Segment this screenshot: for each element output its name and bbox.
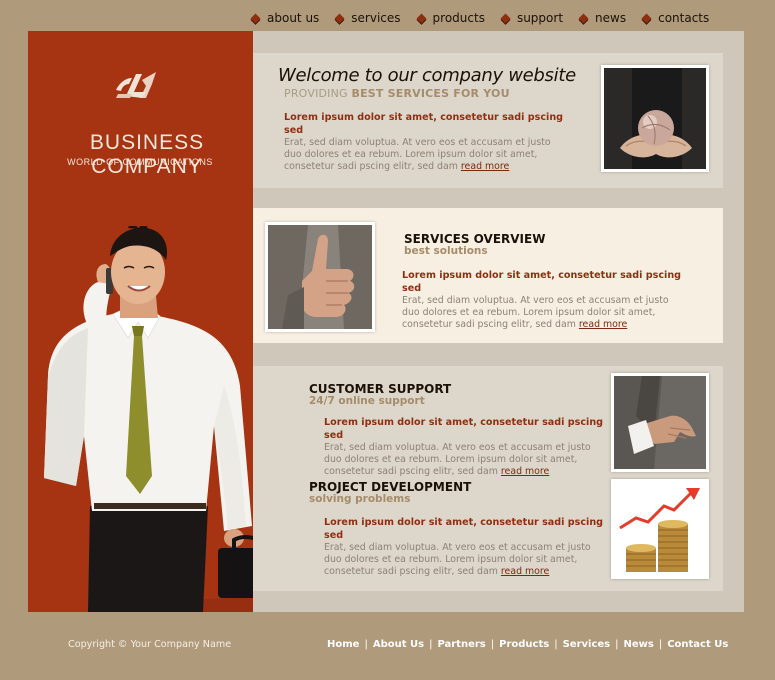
growth-coins-photo bbox=[611, 479, 709, 579]
nav-support[interactable]: support bbox=[500, 11, 564, 25]
services-title: SERVICES OVERVIEW bbox=[404, 232, 546, 246]
businessman-image bbox=[44, 226, 253, 612]
support-body-text: Erat, sed diam voluptua. At vero eos et … bbox=[324, 442, 591, 478]
nav-services[interactable]: services bbox=[334, 11, 401, 25]
project-heading: PROJECT DEVELOPMENT solving problems bbox=[309, 480, 471, 505]
nav-about-us[interactable]: about us bbox=[250, 11, 320, 25]
project-subtitle: solving problems bbox=[309, 493, 411, 505]
brand-tagline: WORLD OF COMMUNICATIONS bbox=[67, 157, 213, 167]
diamond-bullet-icon bbox=[416, 13, 426, 23]
welcome-subtitle: PROVIDING BEST SERVICES FOR YOU bbox=[284, 87, 510, 100]
nav-label: services bbox=[351, 11, 401, 25]
footer-separator: | bbox=[554, 639, 558, 650]
support-body: Erat, sed diam voluptua. At vero eos et … bbox=[324, 442, 609, 479]
nav-label: contacts bbox=[658, 11, 710, 25]
footer-separator: | bbox=[364, 639, 368, 650]
footer-link-products[interactable]: Products bbox=[499, 639, 549, 650]
project-body-text: Erat, sed diam voluptua. At vero eos et … bbox=[324, 542, 591, 578]
globe-in-hands-image bbox=[604, 68, 706, 169]
footer-link-home[interactable]: Home bbox=[327, 639, 359, 650]
nav-news[interactable]: news bbox=[578, 11, 627, 25]
footer-link-services[interactable]: Services bbox=[563, 639, 611, 650]
services-body: Erat, sed diam voluptua. At vero eos et … bbox=[402, 295, 684, 332]
thumbs-up-image bbox=[268, 225, 372, 329]
services-lead: Lorem ipsum dolor sit amet, consetetur s… bbox=[402, 270, 682, 294]
growth-coins-image bbox=[614, 482, 706, 576]
services-text-block: Lorem ipsum dolor sit amet, consetetur s… bbox=[402, 269, 684, 332]
footer-link-news[interactable]: News bbox=[623, 639, 653, 650]
footer-link-about-us[interactable]: About Us bbox=[373, 639, 424, 650]
nav-label: products bbox=[432, 11, 485, 25]
support-project-panel: CUSTOMER SUPPORT 24/7 online support Lor… bbox=[253, 366, 723, 591]
diamond-bullet-icon bbox=[500, 13, 511, 23]
footer-link-contact-us[interactable]: Contact Us bbox=[667, 639, 728, 650]
brand-name: BUSINESS COMPANY bbox=[89, 131, 205, 178]
welcome-body-text: Erat, sed diam voluptua. At vero eos et … bbox=[284, 137, 551, 173]
footer-separator: | bbox=[490, 639, 495, 650]
support-read-more-link[interactable]: read more bbox=[501, 466, 549, 477]
diamond-bullet-icon bbox=[641, 13, 652, 23]
footer-navigation: Home | About Us | Partners | Products | … bbox=[327, 639, 728, 650]
top-navigation: about us services products support news … bbox=[250, 8, 726, 28]
support-text-block: Lorem ipsum dolor sit amet, consetetur s… bbox=[324, 416, 609, 479]
project-text-block: Lorem ipsum dolor sit amet, consetetur s… bbox=[324, 516, 609, 579]
globe-in-hands-photo bbox=[601, 65, 709, 172]
copyright-text: Copyright © Your Company Name bbox=[68, 639, 232, 650]
services-panel: SERVICES OVERVIEW best solutions Lorem i… bbox=[253, 208, 723, 343]
services-heading: SERVICES OVERVIEW best solutions bbox=[404, 232, 545, 257]
diamond-bullet-icon bbox=[334, 13, 345, 23]
project-body: Erat, sed diam voluptua. At vero eos et … bbox=[324, 542, 609, 579]
welcome-lead: Lorem ipsum dolor sit amet, consetetur s… bbox=[284, 112, 564, 136]
welcome-title: Welcome to our company website bbox=[278, 65, 576, 86]
footer-link-partners[interactable]: Partners bbox=[437, 639, 485, 650]
project-title: PROJECT DEVELOPMENT bbox=[309, 480, 472, 494]
handshake-image bbox=[614, 376, 706, 469]
nav-label: news bbox=[595, 11, 627, 25]
welcome-panel: Welcome to our company website PROVIDING… bbox=[253, 53, 723, 188]
nav-products[interactable]: products bbox=[416, 11, 485, 25]
thumbs-up-photo bbox=[265, 222, 375, 332]
services-body-text: Erat, sed diam voluptua. At vero eos et … bbox=[402, 295, 669, 331]
main-frame: BUSINESS COMPANY WORLD OF COMMUNICATIONS bbox=[28, 31, 744, 612]
support-heading: CUSTOMER SUPPORT 24/7 online support bbox=[309, 382, 451, 407]
welcome-read-more-link[interactable]: read more bbox=[461, 161, 509, 172]
services-subtitle: best solutions bbox=[404, 245, 488, 257]
footer-separator: | bbox=[658, 639, 663, 650]
nav-label: support bbox=[516, 11, 564, 25]
services-read-more-link[interactable]: read more bbox=[579, 319, 627, 330]
diamond-bullet-icon bbox=[250, 13, 261, 23]
support-subtitle: 24/7 online support bbox=[309, 395, 425, 407]
welcome-body: Erat, sed diam voluptua. At vero eos et … bbox=[284, 137, 569, 174]
project-read-more-link[interactable]: read more bbox=[501, 566, 549, 577]
handshake-photo bbox=[611, 373, 709, 472]
welcome-subtitle-bold: BEST SERVICES FOR YOU bbox=[351, 87, 510, 100]
project-lead: Lorem ipsum dolor sit amet, consetetur s… bbox=[324, 517, 604, 541]
footer-separator: | bbox=[615, 639, 619, 650]
welcome-text-block: Lorem ipsum dolor sit amet, consetetur s… bbox=[284, 111, 569, 174]
brand-panel: BUSINESS COMPANY WORLD OF COMMUNICATIONS bbox=[28, 31, 253, 612]
nav-label: about us bbox=[267, 11, 320, 25]
support-title: CUSTOMER SUPPORT bbox=[309, 382, 452, 396]
diamond-bullet-icon bbox=[578, 13, 589, 23]
nav-contacts[interactable]: contacts bbox=[641, 11, 710, 25]
company-logo-icon bbox=[116, 72, 156, 98]
welcome-subtitle-light: PROVIDING bbox=[284, 87, 348, 100]
footer-separator: | bbox=[429, 639, 433, 650]
support-lead: Lorem ipsum dolor sit amet, consetetur s… bbox=[324, 417, 604, 441]
